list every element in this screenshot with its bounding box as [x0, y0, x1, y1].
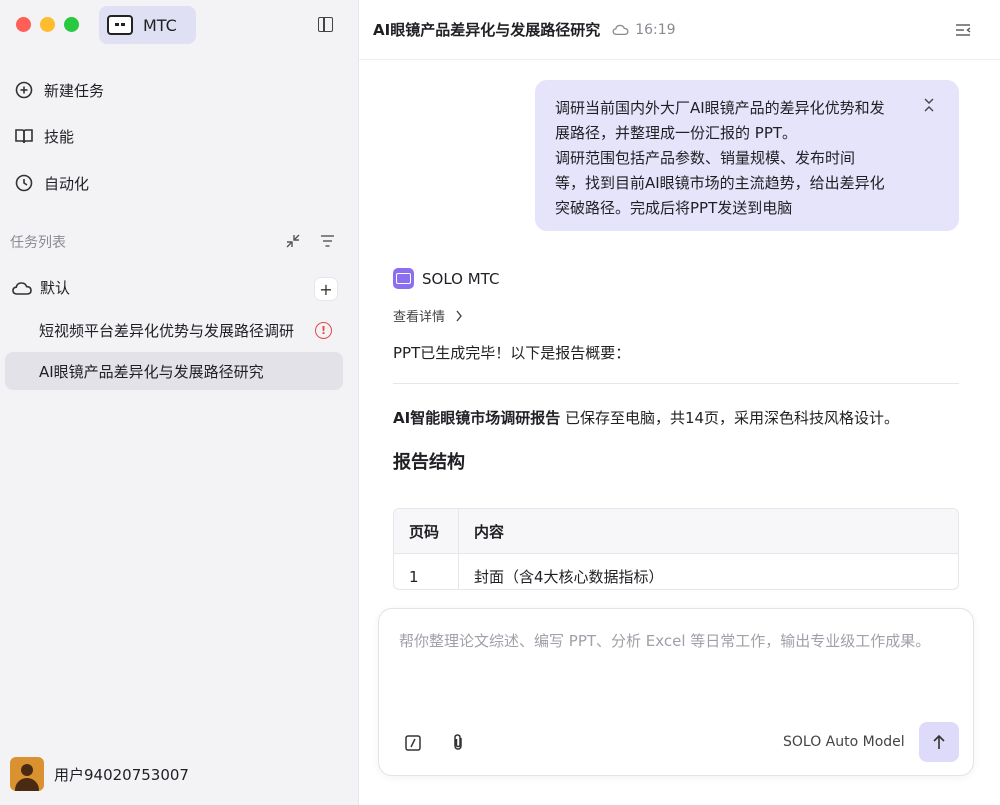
table-cell: 1	[394, 554, 459, 589]
new-task-icon	[15, 81, 33, 99]
timestamp: 16:19	[635, 21, 676, 38]
sidebar-item-skills[interactable]: 技能	[14, 124, 74, 148]
menu-icon[interactable]	[955, 23, 971, 37]
window-controls	[16, 17, 79, 32]
assistant-reply-intro: PPT已生成完毕！以下是报告概要：	[393, 344, 631, 362]
task-item-label: AI眼镜产品差异化与发展路径研究	[39, 362, 264, 381]
cloud-icon	[612, 24, 629, 36]
minimize-window-button[interactable]	[40, 17, 55, 32]
table-header-cell: 内容	[474, 522, 505, 541]
user-message-line: 等，找到目前AI眼镜市场的主流趋势，给出差异化	[555, 174, 885, 192]
message-composer: SOLO Auto Model	[378, 608, 974, 776]
report-structure-table: 页码 内容 1 封面（含4大核心数据指标）	[393, 508, 959, 590]
view-details-label: 查看详情	[393, 310, 446, 325]
send-button[interactable]	[919, 722, 959, 762]
view-details-link[interactable]: 查看详情	[393, 306, 463, 325]
main-panel: AI眼镜产品差异化与发展路径研究 16:19 调研当前国内外大厂AI眼镜产品的差…	[358, 0, 1000, 805]
task-item-selected[interactable]: AI眼镜产品差异化与发展路径研究	[5, 352, 343, 390]
task-group-default[interactable]: 默认	[12, 277, 70, 298]
paperclip-icon[interactable]	[450, 733, 466, 751]
user-message-line: 突破路径。完成后将PPT发送到电脑	[555, 199, 793, 217]
assistant-name: SOLO MTC	[422, 269, 500, 288]
alert-icon: !	[315, 322, 332, 339]
sidebar: MTC 新建任务 技能 自动化 任务列表 默认 + 短视频平台差异化优势与发展路…	[0, 0, 357, 805]
chat-header: AI眼镜产品差异化与发展路径研究 16:19	[359, 0, 1000, 60]
sidebar-toggle-icon[interactable]	[318, 17, 333, 32]
task-item-label: 短视频平台差异化优势与发展路径调研	[39, 321, 295, 340]
section-heading: 报告结构	[393, 452, 465, 473]
report-title: AI智能眼镜市场调研报告	[393, 409, 561, 427]
app-name: MTC	[143, 15, 177, 35]
assistant-logo-icon	[393, 268, 414, 289]
user-message-line: 调研当前国内外大厂AI眼镜产品的差异化优势和发	[555, 99, 885, 117]
user-profile[interactable]: 用户94020753007	[10, 757, 189, 791]
slash-command-icon[interactable]	[405, 735, 421, 751]
app-logo-icon	[107, 15, 133, 35]
task-list-title: 任务列表	[10, 235, 66, 251]
collapse-icon[interactable]	[286, 234, 300, 248]
assistant-header: SOLO MTC	[393, 268, 499, 289]
table-cell: 封面（含4大核心数据指标）	[474, 568, 664, 586]
sidebar-item-label: 新建任务	[44, 81, 105, 100]
model-selector[interactable]: SOLO Auto Model	[783, 734, 905, 750]
report-summary: AI智能眼镜市场调研报告 已保存至电脑，共14页，采用深色科技风格设计。	[393, 407, 899, 428]
table-header-row: 页码 内容	[394, 509, 958, 554]
sidebar-item-automation[interactable]: 自动化	[14, 171, 89, 195]
filter-icon[interactable]	[320, 234, 335, 248]
task-group-label: 默认	[40, 279, 71, 297]
message-input[interactable]	[399, 629, 955, 689]
avatar	[10, 757, 44, 791]
clock-icon	[15, 174, 33, 192]
user-message-line: 调研范围包括产品参数、销量规模、发布时间	[555, 149, 856, 167]
user-message-line: 展路径，并整理成一份汇报的 PPT。	[555, 124, 798, 142]
arrow-up-icon	[933, 734, 945, 749]
report-summary-text: 已保存至电脑，共14页，采用深色科技风格设计。	[560, 409, 900, 427]
add-task-button[interactable]: +	[315, 278, 337, 300]
cloud-icon	[12, 281, 32, 295]
table-header-cell: 页码	[394, 509, 459, 553]
task-item[interactable]: 短视频平台差异化优势与发展路径调研 !	[5, 311, 343, 349]
app-switcher[interactable]: MTC	[99, 6, 196, 44]
divider	[393, 383, 959, 384]
sync-status: 16:19	[612, 21, 676, 38]
book-icon	[15, 129, 33, 144]
sidebar-item-label: 技能	[44, 127, 75, 146]
close-window-button[interactable]	[16, 17, 31, 32]
page-title: AI眼镜产品差异化与发展路径研究	[373, 21, 601, 39]
chevron-right-icon	[456, 310, 462, 321]
user-message: 调研当前国内外大厂AI眼镜产品的差异化优势和发 展路径，并整理成一份汇报的 PP…	[535, 80, 959, 231]
sidebar-item-label: 自动化	[44, 174, 90, 193]
sidebar-item-new-task[interactable]: 新建任务	[14, 78, 104, 102]
user-name: 用户94020753007	[54, 765, 189, 784]
table-row: 1 封面（含4大核心数据指标）	[394, 554, 958, 589]
collapse-message-icon[interactable]	[923, 98, 935, 112]
maximize-window-button[interactable]	[64, 17, 79, 32]
